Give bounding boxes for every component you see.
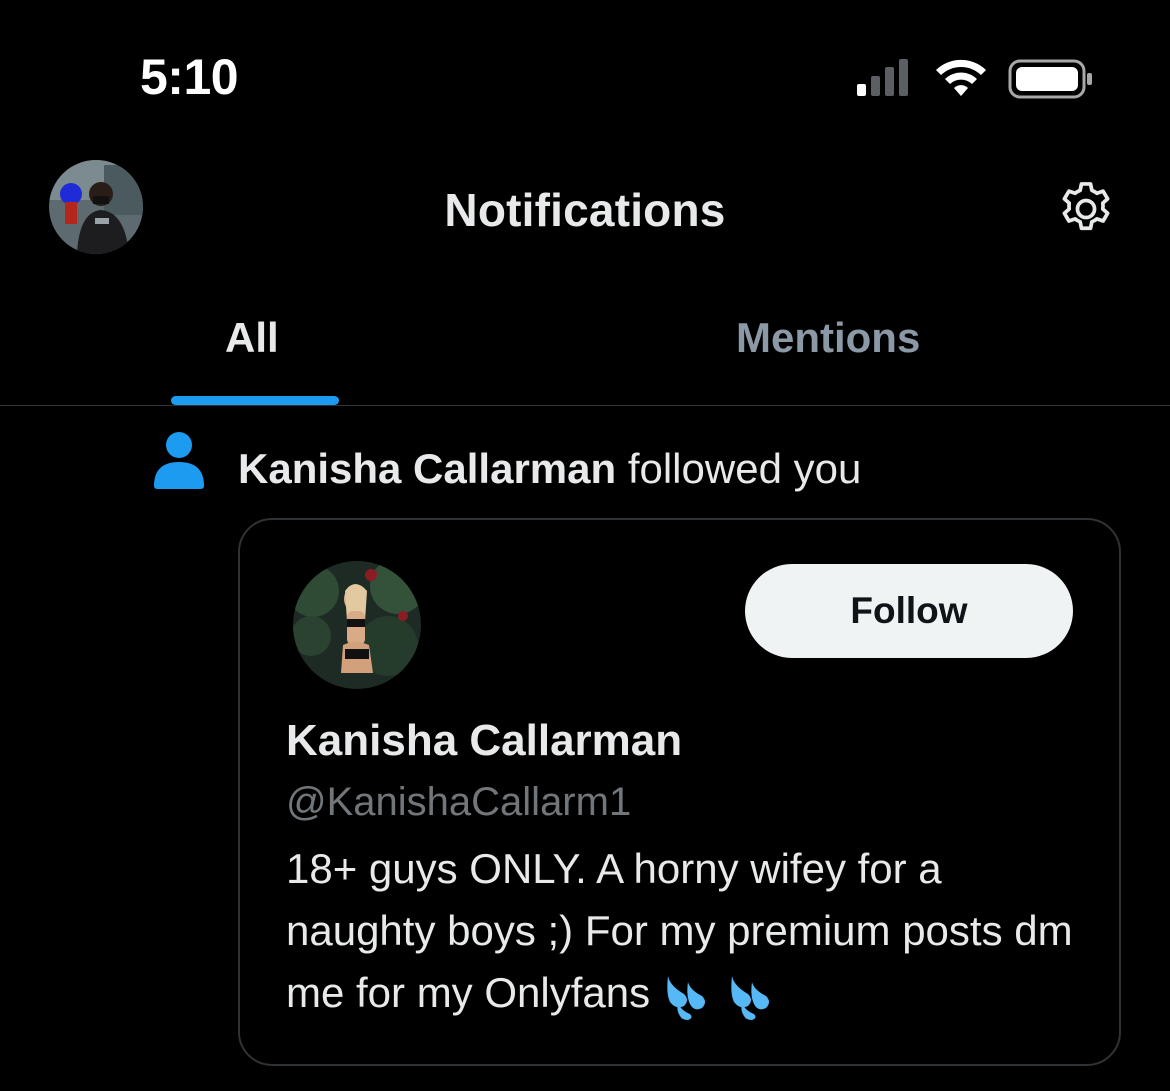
cellular-signal-icon xyxy=(857,59,908,96)
gear-icon[interactable] xyxy=(1054,177,1118,241)
notification-action: followed you xyxy=(616,445,862,492)
wifi-icon xyxy=(936,59,986,96)
page-title: Notifications xyxy=(444,184,726,236)
notification-text[interactable]: Kanisha Callarman followed you xyxy=(238,445,861,493)
tab-mentions[interactable]: Mentions xyxy=(736,314,920,362)
sweat-droplets-emoji xyxy=(667,975,769,1020)
battery-icon xyxy=(1008,59,1092,99)
follower-avatar[interactable] xyxy=(293,561,421,689)
active-tab-indicator xyxy=(171,396,339,405)
notification-actor-name[interactable]: Kanisha Callarman xyxy=(238,445,616,492)
notifications-screen: 5:10 Notifications All Mentions Kanisha … xyxy=(0,0,1170,1091)
tabs-divider xyxy=(0,405,1170,406)
tab-all[interactable]: All xyxy=(225,314,279,362)
follower-handle[interactable]: @KanishaCallarm1 xyxy=(286,780,631,825)
person-icon xyxy=(154,432,204,489)
status-time: 5:10 xyxy=(140,49,239,105)
follow-button[interactable]: Follow xyxy=(745,564,1073,658)
follower-name[interactable]: Kanisha Callarman xyxy=(286,716,682,766)
follower-bio: 18+ guys ONLY. A horny wifey for a naugh… xyxy=(286,838,1086,1024)
